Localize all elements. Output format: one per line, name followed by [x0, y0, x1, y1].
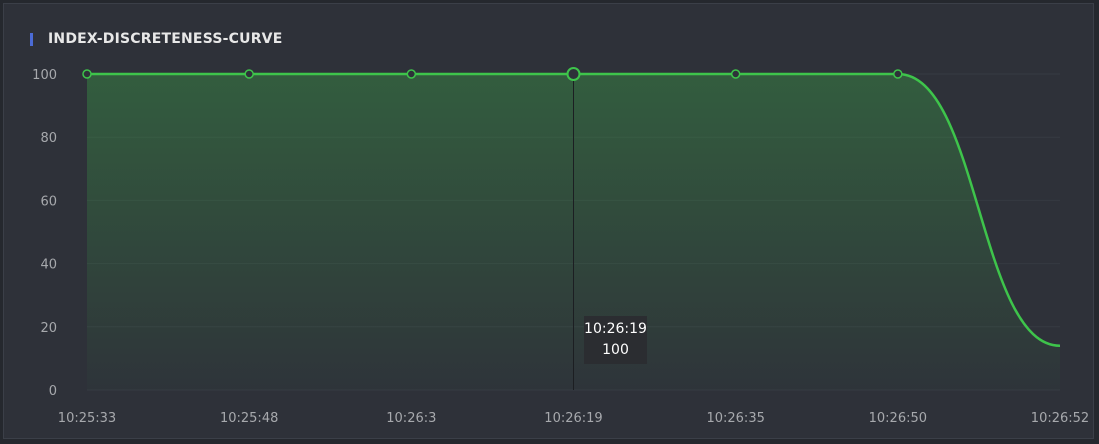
x-tick-label: 10:26:19	[544, 411, 602, 426]
x-tick-label: 10:26:35	[706, 411, 764, 426]
y-tick-label: 20	[40, 321, 57, 336]
y-tick-label: 40	[40, 258, 57, 273]
data-point[interactable]	[82, 69, 92, 79]
x-tick-label: 10:25:48	[220, 411, 278, 426]
y-tick-label: 0	[49, 384, 57, 399]
tooltip-time: 10:26:19	[584, 321, 647, 337]
chart-plot[interactable]: 020406080100 10:25:33 10:25:48 10:26:3 10:2…	[0, 0, 1099, 444]
data-point[interactable]	[244, 69, 254, 79]
x-tick-label: 10:26:52	[1031, 411, 1089, 426]
tooltip-value: 100	[602, 342, 629, 358]
data-point[interactable]	[406, 69, 417, 79]
y-axis-ticks: 0 20 40 60 80 100	[32, 68, 57, 399]
x-tick-label: 10:26:50	[869, 411, 927, 426]
x-tick-label: 10:25:33	[58, 411, 116, 426]
y-tick-label: 80	[40, 131, 57, 146]
x-axis-ticks: 10:25:33 10:25:48 10:26:3 10:26:19 10:26:35 1…	[58, 411, 1089, 426]
data-point[interactable]	[730, 69, 741, 79]
y-tick-label: 100	[32, 68, 57, 83]
data-point-highlighted[interactable]	[566, 67, 581, 81]
x-tick-label: 10:26:3	[386, 411, 436, 426]
data-point[interactable]	[893, 69, 903, 79]
chart-tooltip: 10:26:19 100	[584, 316, 647, 364]
y-tick-label: 60	[40, 194, 57, 209]
